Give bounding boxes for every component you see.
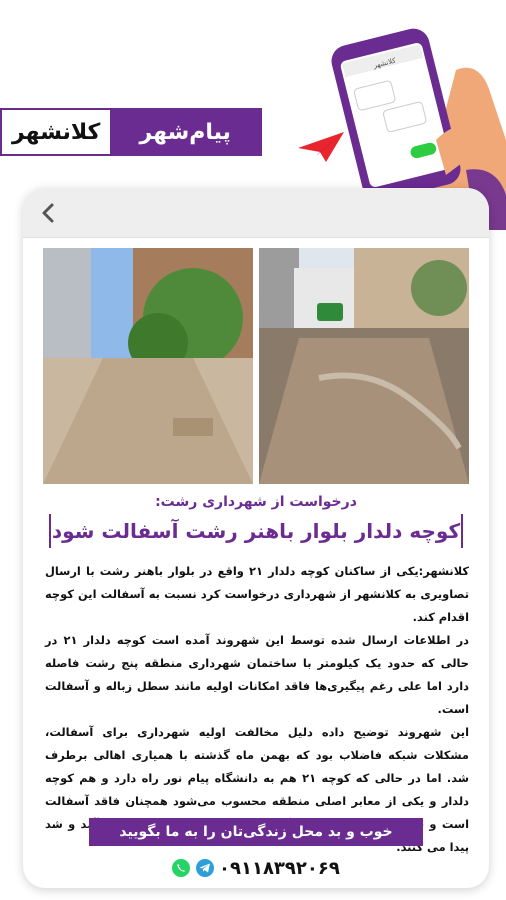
street-photo-1 — [43, 248, 253, 484]
headline-box: کوچه دلدار بلوار باهنر رشت آسفالت شود — [49, 514, 463, 548]
article-paragraph: کلانشهر:یکی از ساکنان کوچه دلدار ۲۱ واقع… — [45, 564, 469, 624]
brand-name-primary: پیام‌شهر — [110, 110, 260, 154]
article-paragraph: در اطلاعات ارسال شده توسط این شهروند آمد… — [45, 633, 469, 716]
cta-banner: خوب و بد محل زندگی‌تان را به ما بگویید — [89, 818, 423, 846]
article-subtitle: درخواست از شهرداری رشت: — [155, 494, 357, 510]
chevron-left-icon[interactable] — [37, 201, 61, 225]
paper-plane-icon — [298, 132, 344, 162]
street-photo-2 — [259, 248, 469, 484]
whatsapp-icon[interactable] — [171, 858, 191, 878]
phone-number[interactable]: ۰۹۱۱۸۳۹۲۰۶۹ — [219, 858, 340, 879]
news-photos — [43, 248, 469, 484]
news-card: درخواست از شهرداری رشت: کوچه دلدار بلوار… — [23, 188, 489, 888]
article-headline: کوچه دلدار بلوار باهنر رشت آسفالت شود — [51, 519, 461, 543]
brand-logo: پیام‌شهر کلانشهر — [0, 108, 262, 156]
brand-name-secondary: کلانشهر — [2, 110, 111, 154]
contact-row[interactable]: ۰۹۱۱۸۳۹۲۰۶۹ — [171, 854, 340, 882]
telegram-icon[interactable] — [195, 858, 215, 878]
article-body: کلانشهر:یکی از ساکنان کوچه دلدار ۲۱ واقع… — [45, 560, 469, 859]
card-toolbar — [23, 188, 489, 238]
